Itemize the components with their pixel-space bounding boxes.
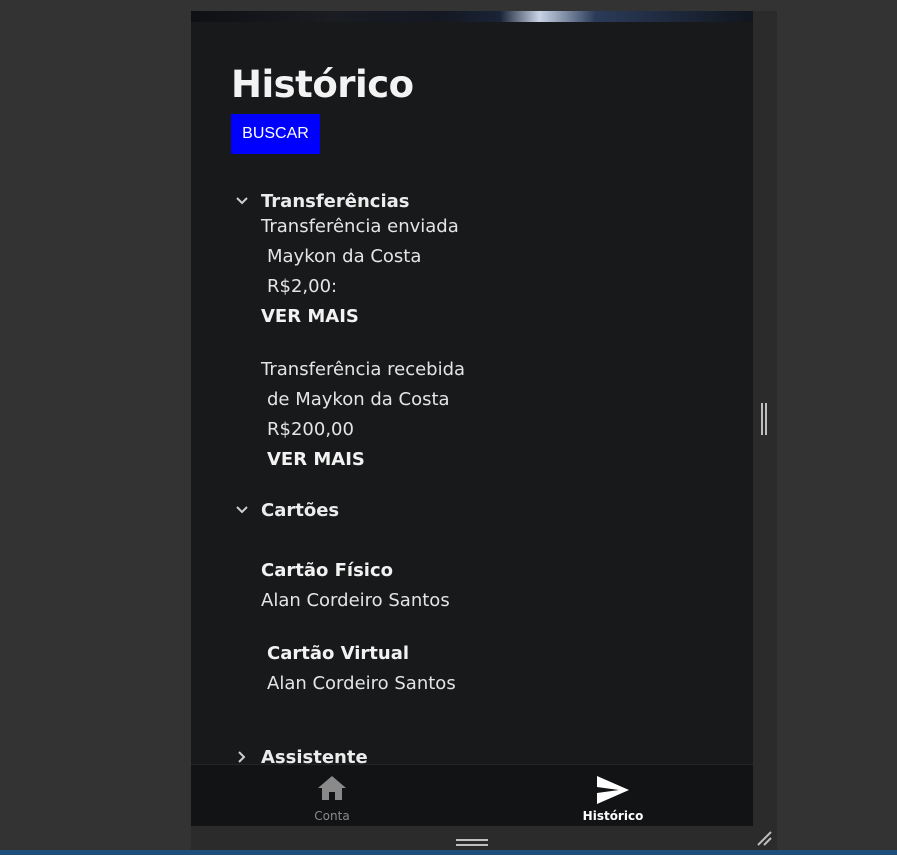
chevron-right-icon — [235, 750, 249, 764]
card-type: Cartão Virtual — [267, 643, 410, 664]
card-holder: Alan Cordeiro Santos — [261, 590, 450, 611]
section-label: Cartões — [261, 499, 340, 521]
transfer-title: Transferência recebida — [261, 359, 466, 380]
transfer-amount: R$200,00 — [267, 419, 354, 440]
resize-grip-icon[interactable] — [756, 830, 772, 846]
transfer-counterparty: Maykon da Costa — [267, 246, 422, 267]
nav-label: Conta — [314, 809, 350, 823]
home-icon — [317, 775, 347, 805]
section-transfers[interactable]: Transferências — [235, 189, 410, 213]
see-more-link[interactable]: VER MAIS — [267, 449, 365, 471]
search-button[interactable]: BUSCAR — [231, 114, 320, 154]
taskbar-strip — [0, 850, 897, 855]
section-label: Transferências — [261, 190, 410, 212]
transfer-counterparty: de Maykon da Costa — [267, 389, 450, 410]
nav-item-historico[interactable]: Histórico — [553, 765, 673, 826]
app-screen: Histórico BUSCAR Transferências Transfer… — [191, 11, 753, 825]
card-holder: Alan Cordeiro Santos — [267, 673, 456, 694]
transfer-title: Transferência enviada — [261, 216, 459, 237]
nav-label: Histórico — [582, 809, 644, 823]
send-icon — [596, 775, 630, 809]
bottom-navigation: Conta Histórico — [191, 764, 753, 826]
chevron-down-icon — [235, 503, 249, 517]
section-cards[interactable]: Cartões — [235, 498, 339, 522]
header-image — [191, 11, 753, 22]
see-more-link[interactable]: VER MAIS — [261, 306, 359, 328]
chevron-down-icon — [235, 194, 249, 208]
drag-handle-icon[interactable] — [456, 833, 488, 846]
transfer-amount: R$2,00: — [267, 276, 338, 297]
card-type: Cartão Físico — [261, 560, 394, 581]
page-title: Histórico — [231, 63, 414, 106]
nav-item-conta[interactable]: Conta — [272, 765, 392, 826]
side-resize-handle-icon[interactable] — [760, 403, 768, 435]
